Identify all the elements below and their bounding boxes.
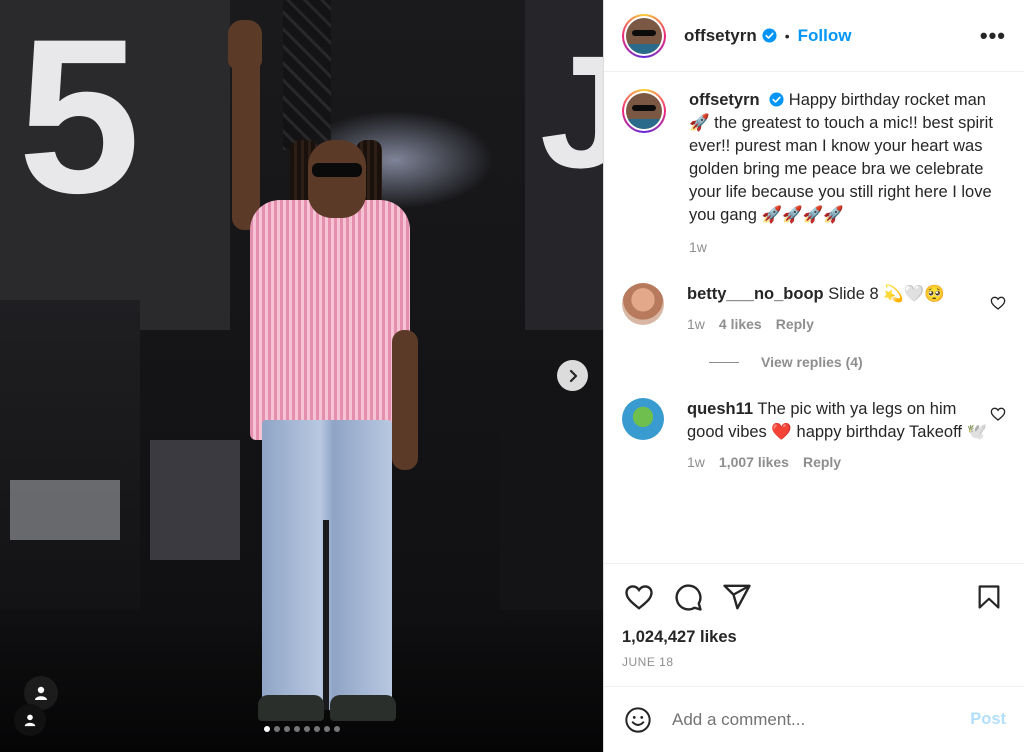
reply-button[interactable]: Reply <box>803 454 841 470</box>
like-button[interactable] <box>622 580 656 614</box>
carousel-dots <box>0 726 603 732</box>
caption-username[interactable]: offsetyrn <box>689 91 760 109</box>
user-tag-icon <box>24 714 36 727</box>
avatar[interactable] <box>622 89 666 133</box>
share-icon <box>723 584 751 610</box>
comment-icon <box>675 584 702 611</box>
performer-figure <box>0 0 603 752</box>
emoji-button[interactable] <box>622 704 654 736</box>
carousel-dot <box>273 726 280 732</box>
post-sidebar: offsetyrn • Follow ••• offsetyrn Happy b… <box>603 0 1024 752</box>
user-tag-icon <box>35 686 47 700</box>
comment-likes[interactable]: 1,007 likes <box>719 454 789 470</box>
comment-username[interactable]: quesh11 <box>687 400 753 418</box>
replies-divider <box>709 361 739 363</box>
likes-count[interactable]: 1,024,427 likes <box>622 628 1006 647</box>
avatar-image <box>626 17 662 54</box>
view-replies-button[interactable]: View replies (4) <box>709 354 1006 370</box>
header-separator: • <box>784 27 790 44</box>
like-comment-heart-icon[interactable] <box>990 406 1006 422</box>
post-comment-button[interactable]: Post <box>970 710 1006 729</box>
view-replies-label: View replies (4) <box>761 354 863 370</box>
avatar[interactable] <box>622 398 664 440</box>
comment-text: Slide 8 💫🤍🥺 <box>828 285 945 303</box>
carousel-dot <box>303 726 310 732</box>
carousel-dot <box>333 726 340 732</box>
carousel-next-button[interactable] <box>557 360 588 391</box>
header-username[interactable]: offsetyrn <box>684 26 757 46</box>
save-button[interactable] <box>972 580 1006 614</box>
comment-likes[interactable]: 4 likes <box>719 316 762 332</box>
chevron-right-icon <box>569 369 577 382</box>
post-date[interactable]: JUNE 18 <box>622 655 1006 669</box>
share-button[interactable] <box>720 580 754 614</box>
like-comment-heart-icon[interactable] <box>990 295 1006 311</box>
more-options-button[interactable]: ••• <box>980 23 1006 49</box>
follow-button[interactable]: Follow <box>798 26 852 46</box>
verified-badge-icon <box>762 28 777 43</box>
comment-time[interactable]: 1w <box>687 316 705 332</box>
comment-time[interactable]: 1w <box>687 454 705 470</box>
caption-text: Happy birthday rocket man 🚀 the greatest… <box>689 91 993 224</box>
bookmark-icon <box>978 585 1000 609</box>
comments-list[interactable]: offsetyrn Happy birthday rocket man 🚀 th… <box>604 73 1024 563</box>
comment: quesh11 The pic with ya legs on him good… <box>622 398 1006 470</box>
carousel-dot <box>293 726 300 732</box>
add-comment-bar: Post <box>604 686 1024 752</box>
verified-badge-icon <box>769 92 784 107</box>
reply-button[interactable]: Reply <box>776 316 814 332</box>
carousel-dot <box>313 726 320 732</box>
caption: offsetyrn Happy birthday rocket man 🚀 th… <box>622 89 1006 255</box>
post-actions: 1,024,427 likes JUNE 18 <box>604 563 1024 685</box>
post-header: offsetyrn • Follow ••• <box>604 0 1024 72</box>
emoji-icon <box>625 706 651 733</box>
comment-button[interactable] <box>671 580 705 614</box>
comment: betty___no_boop Slide 8 💫🤍🥺 1w 4 likes R… <box>622 283 1006 332</box>
carousel-dot <box>323 726 330 732</box>
comment-input[interactable] <box>672 709 971 730</box>
carousel-dot <box>283 726 290 732</box>
heart-icon <box>625 585 653 610</box>
avatar[interactable] <box>622 13 666 58</box>
comment-username[interactable]: betty___no_boop <box>687 285 824 303</box>
avatar[interactable] <box>622 283 664 325</box>
carousel-dot <box>263 726 270 732</box>
caption-time[interactable]: 1w <box>689 239 707 255</box>
post-media[interactable]: 5 J <box>0 0 603 752</box>
